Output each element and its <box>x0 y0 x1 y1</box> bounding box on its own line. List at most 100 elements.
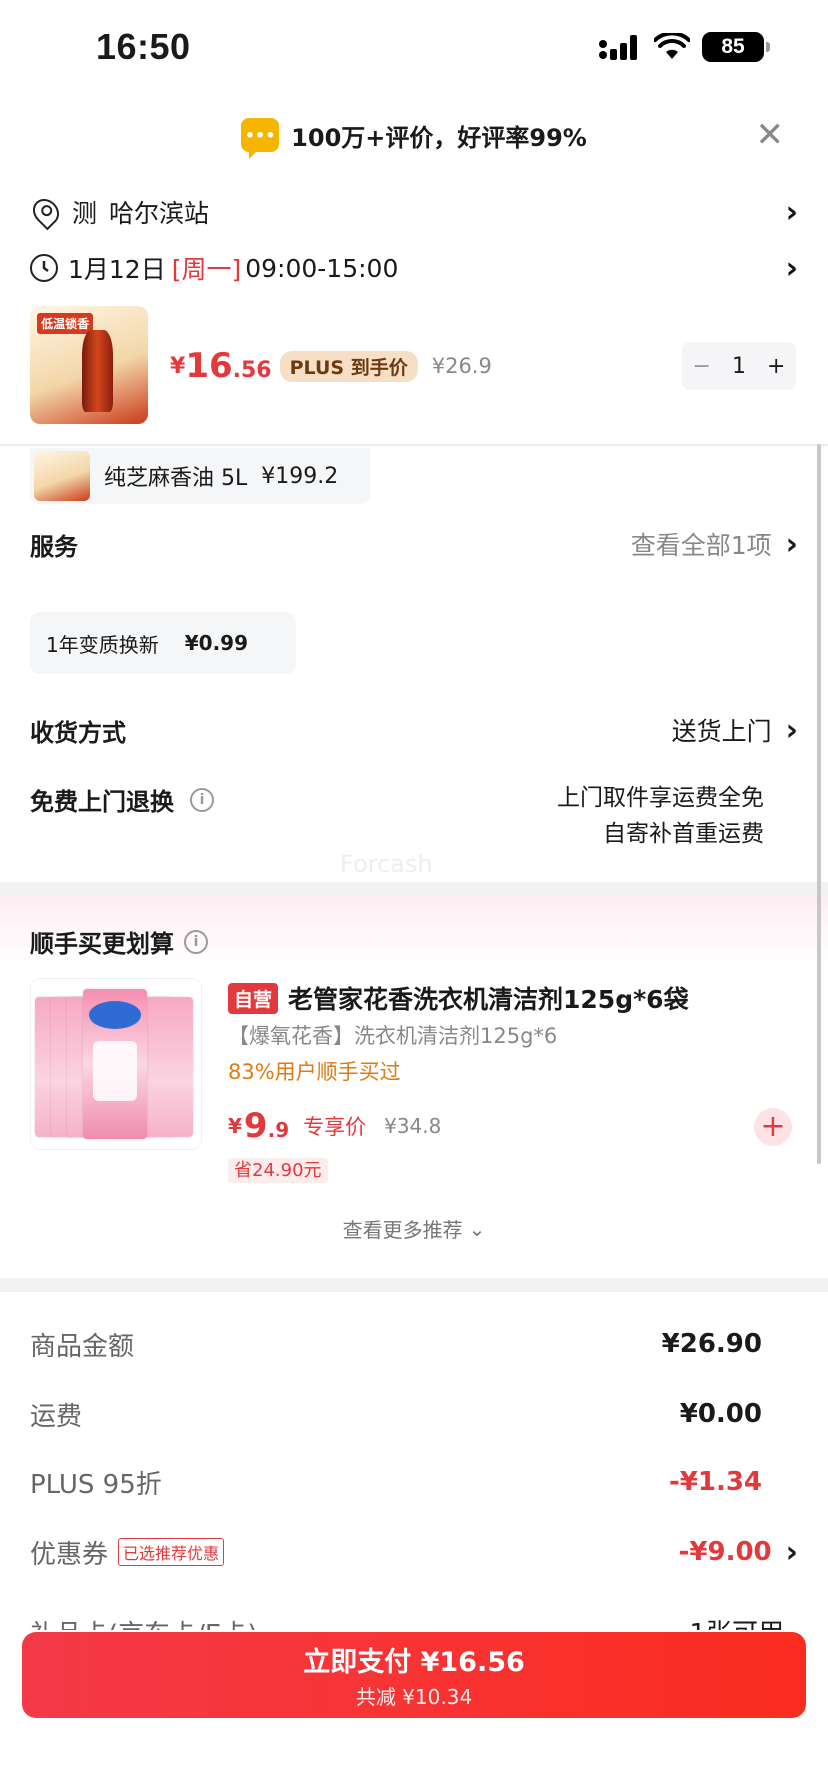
add-to-cart-button[interactable]: + <box>754 1108 792 1146</box>
exclusive-price-label: 专享价 <box>303 1115 367 1139</box>
info-icon[interactable]: i <box>184 929 208 954</box>
address-row[interactable]: 测 哈尔滨站 › <box>27 192 798 232</box>
close-icon[interactable]: ✕ <box>756 118 785 152</box>
goods-amount-value: ¥26.90 <box>661 1329 762 1359</box>
shipping-value: ¥0.00 <box>679 1399 762 1429</box>
gift-item-card[interactable]: 纯芝麻香油 5L ¥199.2 <box>30 448 370 504</box>
coupon-tag: 已选推荐优惠 <box>118 1538 225 1566</box>
shipping-row: 运费 ¥0.00 <box>30 1392 798 1436</box>
scrollbar[interactable] <box>817 444 821 1164</box>
service-chip-price: ¥0.99 <box>184 631 248 655</box>
receive-method-row[interactable]: 收货方式 送货上门 › <box>30 710 798 750</box>
divider <box>0 444 828 446</box>
main-price-row: ¥ 16 .56 PLUS 到手价 ¥26.9 <box>170 346 492 386</box>
plus-discount-row: PLUS 95折 -¥1.34 <box>30 1460 798 1504</box>
coupon-label: 优惠券 <box>30 1539 109 1570</box>
chevron-right-icon: › <box>785 194 798 230</box>
product-thumbnail[interactable]: 低温锁香 <box>30 306 148 424</box>
chevron-right-icon: › <box>785 712 798 748</box>
section-gap <box>0 1278 828 1292</box>
recommend-buy-rate: 83%用户顺手买过 <box>228 1060 401 1084</box>
goods-amount-row: 商品金额 ¥26.90 <box>30 1322 798 1366</box>
price-currency: ¥ <box>170 353 186 379</box>
section-gap <box>0 882 828 896</box>
battery-icon: 85 <box>702 32 770 62</box>
receive-method-title: 收货方式 <box>30 718 126 747</box>
plus-price-badge: PLUS 到手价 <box>279 350 418 382</box>
gift-name: 纯芝麻香油 5L <box>104 466 248 491</box>
free-return-desc: 上门取件享运费全免 自寄补首重运费 <box>557 780 764 852</box>
packet-label-area <box>93 1041 137 1101</box>
delivery-range: 09:00-15:00 <box>245 253 399 283</box>
shipping-label: 运费 <box>30 1401 83 1432</box>
coupon-value: -¥9.00 <box>678 1537 772 1567</box>
quantity-stepper: − 1 + <box>682 342 796 390</box>
receive-method-value: 送货上门 <box>671 717 772 746</box>
service-chip-name: 1年变质换新 <box>46 632 159 657</box>
original-price: ¥34.8 <box>384 1114 442 1138</box>
watermark: Forcash <box>340 850 433 878</box>
service-chip[interactable]: 1年变质换新 ¥0.99 <box>30 612 296 674</box>
recommend-header: 顺手买更划算 i <box>30 924 208 959</box>
cellular-signal-icon <box>599 35 637 60</box>
service-view-all: 查看全部1项 <box>630 531 772 560</box>
plus-discount-label: PLUS 95折 <box>30 1469 162 1500</box>
qty-plus-button[interactable]: + <box>767 354 785 379</box>
delivery-weekday: [周一] <box>171 255 242 284</box>
chevron-right-icon: › <box>785 1534 798 1570</box>
wifi-icon <box>654 33 690 59</box>
service-row[interactable]: 服务 查看全部1项 › <box>30 524 798 564</box>
clock-icon <box>30 254 58 282</box>
qty-value[interactable]: 1 <box>732 354 746 379</box>
original-price: ¥26.9 <box>431 354 492 378</box>
save-tag: 省24.90元 <box>228 1158 328 1183</box>
chevron-down-icon: ⌄ <box>468 1216 486 1241</box>
brand-logo <box>89 1001 141 1029</box>
price-decimal: .9 <box>267 1118 290 1142</box>
service-title: 服务 <box>30 532 78 561</box>
status-icons: 85 <box>598 32 770 62</box>
price-integer: 16 <box>185 346 233 386</box>
recommend-subtitle: 【爆氧花香】洗衣机清洁剂125g*6 <box>228 1024 558 1048</box>
price-currency: ¥ <box>228 1114 242 1138</box>
gift-card-label: 礼品卡(京东卡/E卡) <box>30 1620 257 1630</box>
self-operated-badge: 自营 <box>228 982 279 1014</box>
recommend-title: 顺手买更划算 <box>30 930 174 958</box>
info-icon[interactable]: i <box>190 787 214 812</box>
address-prefix: 测 <box>72 199 98 228</box>
free-return-line1: 上门取件享运费全免 <box>557 785 764 811</box>
free-return-title: 免费上门退换 <box>30 788 174 816</box>
free-return-row: 免费上门退换 i <box>30 782 214 817</box>
thumb-label: 低温锁香 <box>37 313 94 335</box>
gift-thumbnail <box>34 451 90 501</box>
goods-amount-label: 商品金额 <box>30 1331 135 1362</box>
price-integer: 9 <box>243 1106 268 1146</box>
status-time: 16:50 <box>96 26 191 67</box>
delivery-time-row[interactable]: 1月12日 [周一] 09:00-15:00 › <box>30 248 798 288</box>
chevron-right-icon: › <box>785 250 798 286</box>
gift-card-row[interactable]: 礼品卡(京东卡/E卡) 1张可用 <box>30 1600 798 1630</box>
pay-main-label: 立即支付 ¥16.56 <box>303 1647 525 1678</box>
free-return-line2: 自寄补首重运费 <box>603 821 764 847</box>
chat-bubble-icon: ••• <box>241 118 280 159</box>
location-pin-icon <box>27 193 65 231</box>
view-more-text: 查看更多推荐 <box>342 1218 463 1242</box>
save-tag-wrap: 省24.90元 <box>228 1156 328 1183</box>
address-name: 哈尔滨站 <box>109 199 210 228</box>
view-more-recommend[interactable]: 查看更多推荐 ⌄ <box>0 1214 828 1243</box>
review-banner: ••• 100万+评价，好评率99% <box>0 110 828 160</box>
pay-sub-label: 共减 ¥10.34 <box>355 1685 473 1709</box>
recommend-product-name: 老管家花香洗衣机清洁剂125g*6袋 <box>288 985 689 1014</box>
packet-front-image <box>83 989 147 1139</box>
oil-bottle-image <box>81 329 113 413</box>
recommend-product-image[interactable] <box>30 978 202 1150</box>
pay-now-button[interactable]: 立即支付 ¥16.56 共减 ¥10.34 <box>22 1632 806 1718</box>
price-decimal: .56 <box>232 357 272 383</box>
recommend-title-row[interactable]: 自营 老管家花香洗衣机清洁剂125g*6袋 <box>228 980 689 1016</box>
chevron-right-icon: › <box>785 526 798 562</box>
delivery-date: 1月12日 <box>68 255 166 284</box>
plus-discount-value: -¥1.34 <box>668 1467 762 1497</box>
coupon-row[interactable]: 优惠券 已选推荐优惠 -¥9.00 › <box>30 1530 798 1574</box>
gift-card-value: 1张可用 <box>689 1613 784 1630</box>
qty-minus-button[interactable]: − <box>693 354 711 379</box>
